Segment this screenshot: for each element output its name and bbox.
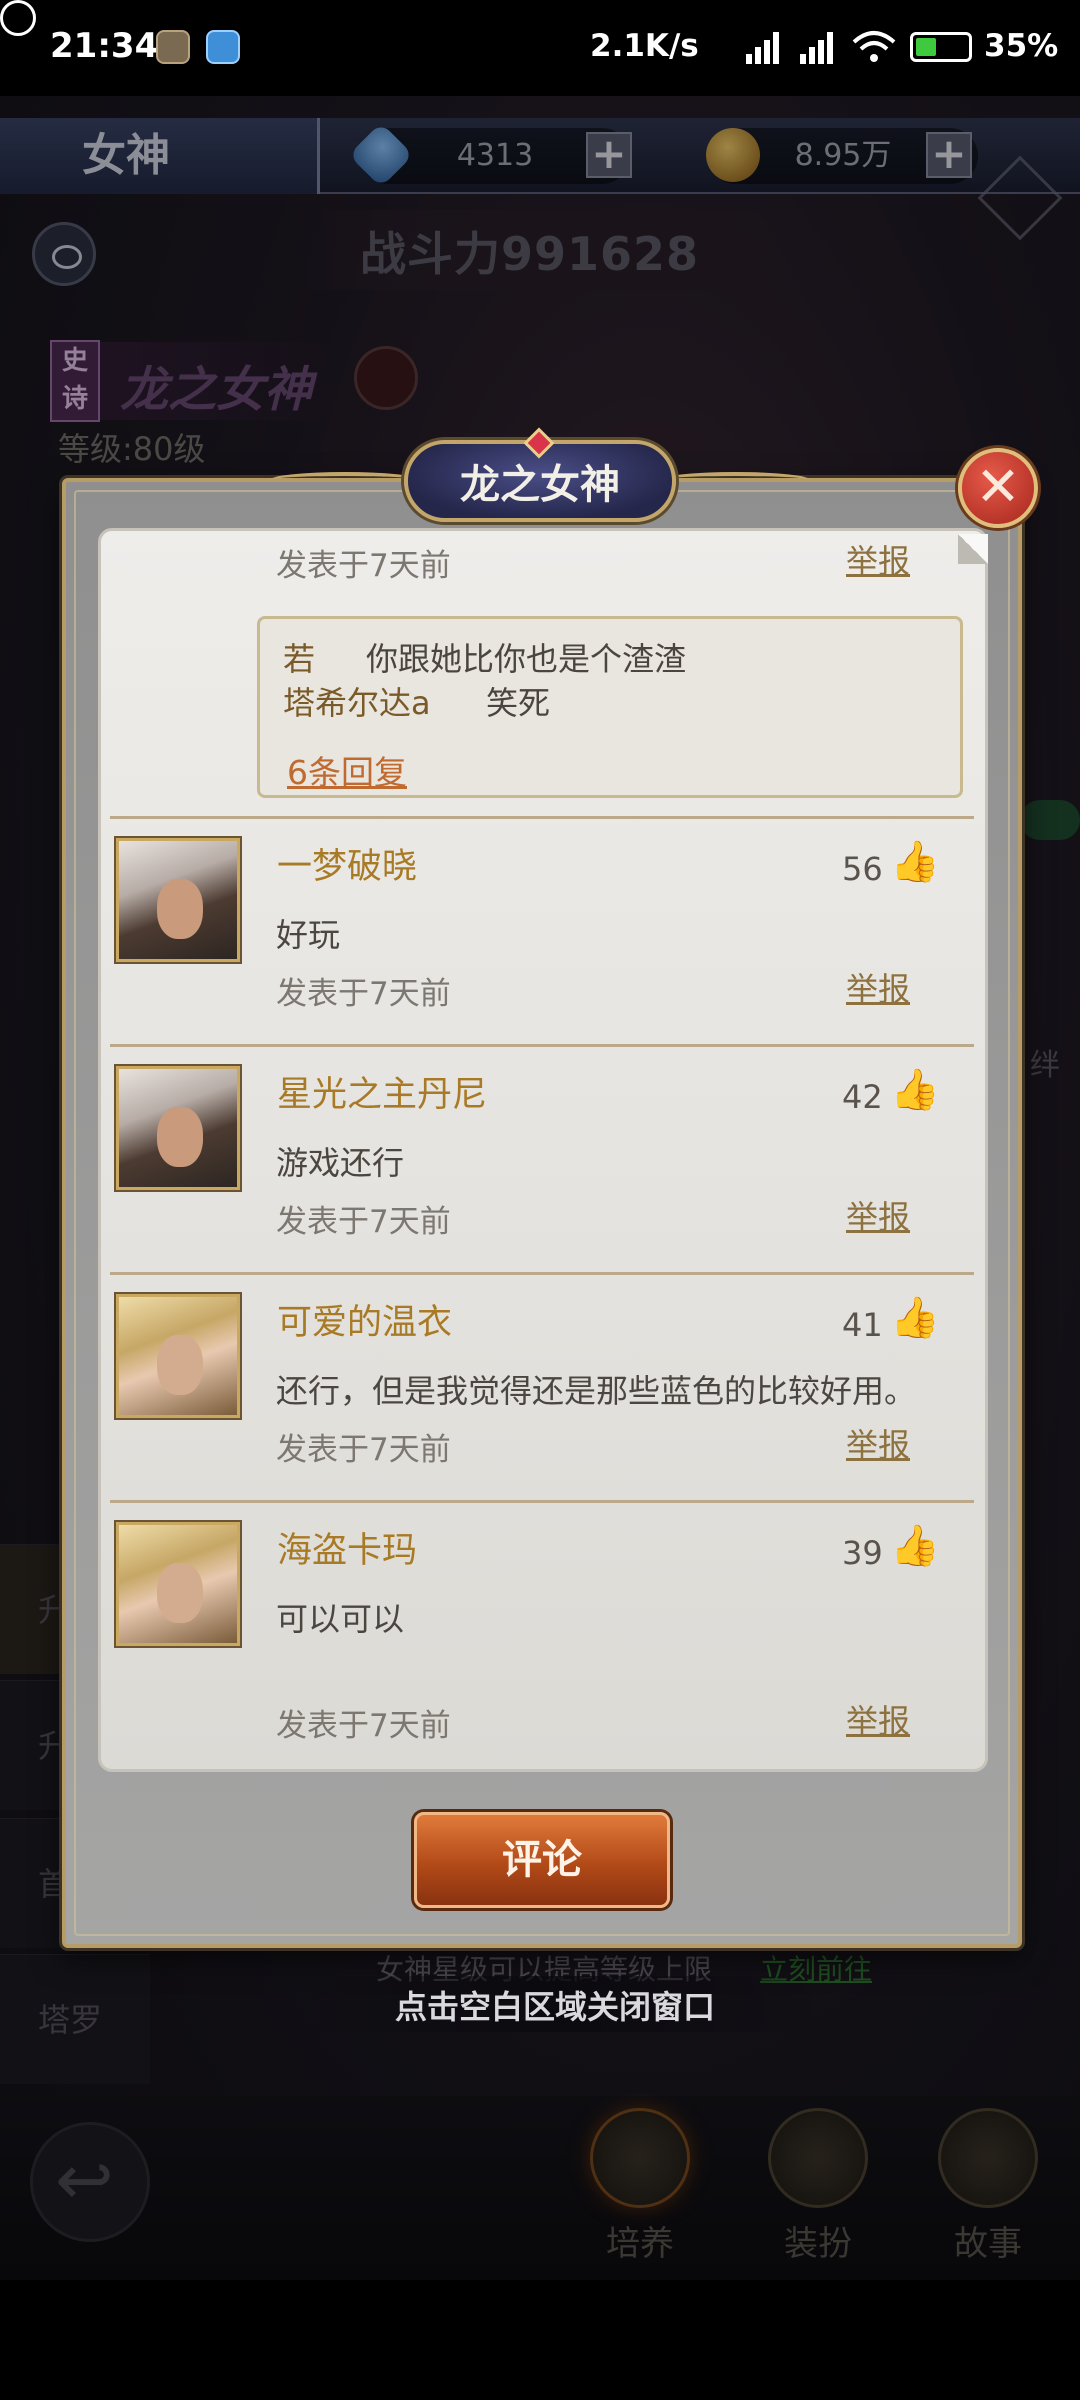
- comment-text: 还行，但是我觉得还是那些蓝色的比较好用。: [276, 1372, 917, 1410]
- thumbs-up-icon[interactable]: 👍: [890, 842, 940, 882]
- comment-divider: [110, 1044, 974, 1047]
- thumbs-up-icon[interactable]: 👍: [890, 1070, 940, 1110]
- modal-title: 龙之女神: [460, 462, 620, 508]
- comment-text: 好玩: [276, 916, 341, 954]
- system-nav-area: [0, 2280, 1080, 2400]
- close-icon: ✕: [975, 455, 1021, 518]
- comment-username[interactable]: 海盗卡玛: [277, 1522, 417, 1573]
- report-link[interactable]: 举报: [846, 536, 910, 582]
- alarm-icon: [0, 0, 36, 36]
- report-link[interactable]: 举报: [846, 1192, 910, 1238]
- thumbs-up-icon[interactable]: 👍: [890, 1298, 940, 1338]
- view-replies-link[interactable]: 6条回复: [287, 746, 407, 794]
- notification-upload-icon: [206, 30, 240, 64]
- reply-user[interactable]: 塔希尔达a: [283, 678, 431, 724]
- status-time: 21:34: [50, 26, 159, 66]
- title-ornament-right: [660, 472, 810, 488]
- like-count: 56: [842, 850, 883, 888]
- avatar[interactable]: [116, 838, 240, 962]
- thumbs-up-icon[interactable]: 👍: [890, 1526, 940, 1566]
- comment-username[interactable]: 一梦破晓: [277, 838, 417, 889]
- comment-date: 发表于7天前: [276, 1432, 451, 1468]
- report-link[interactable]: 举报: [846, 964, 910, 1010]
- comment-username[interactable]: 可爱的温衣: [277, 1294, 452, 1345]
- status-bar: 21:34 2.1K/s 35%: [0, 0, 1080, 96]
- network-speed: 2.1K/s: [590, 28, 699, 64]
- report-link[interactable]: 举报: [846, 1696, 910, 1742]
- comment-date: 发表于7天前: [276, 548, 451, 584]
- notification-app-icon: [156, 30, 190, 64]
- comment-date: 发表于7天前: [276, 1204, 451, 1240]
- battery-icon: [910, 32, 972, 62]
- battery-percent: 35%: [984, 28, 1059, 64]
- reply-text: 你跟她比你也是个渣渣: [366, 640, 687, 678]
- close-window-hint: 点击空白区域关闭窗口: [394, 1988, 715, 2026]
- comment-text: 游戏还行: [276, 1144, 405, 1182]
- comment-date: 发表于7天前: [276, 976, 451, 1012]
- comment-username[interactable]: 星光之主丹尼: [277, 1066, 487, 1117]
- avatar[interactable]: [116, 1522, 240, 1646]
- avatar[interactable]: [116, 1294, 240, 1418]
- signal-icon: [738, 30, 782, 64]
- comment-button[interactable]: 评论: [414, 1812, 670, 1908]
- like-count: 39: [842, 1534, 883, 1572]
- comment-text: 可以可以: [276, 1600, 405, 1638]
- comment-divider: [110, 1500, 974, 1503]
- comment-divider: [110, 1272, 974, 1275]
- title-ornament-left: [270, 472, 420, 488]
- page-curl-decoration: [958, 534, 988, 564]
- report-link[interactable]: 举报: [846, 1420, 910, 1466]
- wifi-icon: [852, 31, 896, 62]
- comment-date: 发表于7天前: [276, 1708, 451, 1744]
- like-count: 42: [842, 1078, 883, 1116]
- close-button[interactable]: ✕: [958, 448, 1038, 528]
- reply-user[interactable]: 若: [283, 634, 315, 680]
- signal-icon: [792, 30, 836, 64]
- reply-text: 笑死: [486, 684, 551, 722]
- like-count: 41: [842, 1306, 883, 1344]
- comment-divider: [110, 816, 974, 819]
- avatar[interactable]: [116, 1066, 240, 1190]
